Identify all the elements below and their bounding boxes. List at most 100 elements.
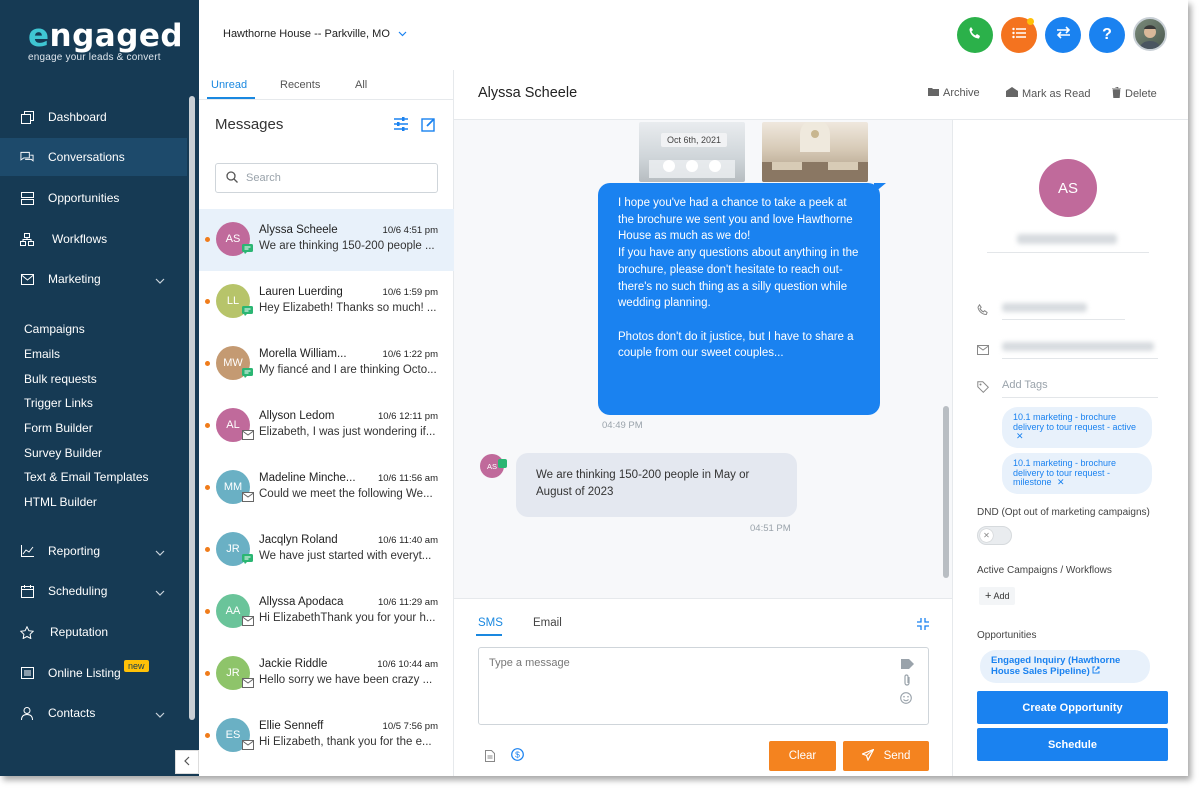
stack-icon: [20, 191, 34, 205]
top-bar: Hawthorne House -- Parkville, MO ?: [199, 0, 1188, 70]
phone-redacted: [1002, 303, 1087, 312]
conversation-item[interactable]: AL Allyson Ledom 10/6 12:11 pm Elizabeth, I…: [199, 395, 454, 457]
submenu-emails[interactable]: Emails: [24, 347, 60, 361]
sidebar-item-opportunities[interactable]: Opportunities: [0, 179, 187, 217]
chapel-photo[interactable]: [762, 122, 868, 182]
conversation-preview: Elizabeth, I was just wondering if...: [259, 426, 436, 438]
search-input[interactable]: Search: [215, 163, 438, 193]
sidebar-item-contacts[interactable]: Contacts: [0, 694, 187, 732]
archive-button[interactable]: Archive: [928, 87, 980, 99]
plus-icon: +: [985, 590, 992, 602]
sidebar-item-scheduling[interactable]: Scheduling: [0, 572, 187, 610]
svg-text:$: $: [515, 750, 520, 760]
chevron-down-icon: [398, 28, 407, 40]
submenu-campaigns[interactable]: Campaigns: [24, 322, 85, 336]
delete-button[interactable]: Delete: [1112, 86, 1157, 101]
sidebar-item-dashboard[interactable]: Dashboard: [0, 98, 187, 136]
mark-as-read-button[interactable]: Mark as Read: [1006, 87, 1090, 100]
submenu-form-builder[interactable]: Form Builder: [24, 421, 93, 435]
submenu-survey-builder[interactable]: Survey Builder: [24, 446, 102, 460]
conversation-item[interactable]: ES Ellie Senneff 10/5 7:56 pm Hi Elizabeth,…: [199, 705, 454, 767]
tab-all[interactable]: All: [355, 79, 367, 91]
minimize-icon[interactable]: [917, 617, 929, 635]
conversation-item[interactable]: MM Madeline Minche... 10/6 11:56 am Could w…: [199, 457, 454, 519]
phone-icon: [968, 26, 982, 45]
collapse-sidebar-button[interactable]: [175, 750, 199, 774]
add-tags-input[interactable]: Add Tags: [1002, 379, 1048, 391]
tagline: engage your leads & convert: [28, 52, 161, 63]
person-icon: [20, 706, 34, 720]
sidebar-item-conversations[interactable]: Conversations: [0, 138, 187, 176]
conversation-preview: Hi Elizabeth, thank you for the e...: [259, 736, 432, 748]
chat-contact-name: Alyssa Scheele: [478, 85, 578, 101]
close-icon[interactable]: ✕: [1057, 477, 1065, 487]
app-window: engaged engage your leads & convert Dash…: [0, 0, 1188, 776]
unread-dot: [205, 671, 210, 676]
conversation-item[interactable]: AA Allyssa Apodaca 10/6 11:29 am Hi Elizabe…: [199, 581, 454, 643]
conversation-item[interactable]: JR Jackie Riddle 10/6 10:44 am Hello sorry …: [199, 643, 454, 705]
close-icon[interactable]: ✕: [1016, 431, 1024, 441]
listing-icon: [20, 666, 34, 680]
help-button[interactable]: ?: [1089, 17, 1125, 53]
template-icon[interactable]: [485, 749, 495, 767]
user-avatar[interactable]: [1133, 17, 1167, 51]
chevron-left-icon: [184, 753, 190, 771]
conversation-item[interactable]: LL Lauren Luerding 10/6 1:59 pm Hey Elizabe…: [199, 271, 454, 333]
location-selector[interactable]: Hawthorne House -- Parkville, MO: [223, 28, 407, 40]
conversation-item[interactable]: AS Alyssa Scheele 10/6 4:51 pm We are think…: [199, 209, 454, 271]
tag-icon: [977, 380, 990, 394]
conversation-time: 10/6 12:11 pm: [377, 411, 438, 422]
tag-icon[interactable]: [901, 656, 914, 674]
tab-recents[interactable]: Recents: [280, 79, 320, 91]
outgoing-message-time: 04:49 PM: [602, 420, 643, 431]
sidebar-item-workflows[interactable]: Workflows: [0, 220, 187, 258]
conversation-item[interactable]: JR Jacqlyn Roland 10/6 11:40 am We have jus…: [199, 519, 454, 581]
folder-icon: [928, 87, 939, 99]
add-campaign-button[interactable]: + Add: [979, 587, 1016, 605]
filter-icon[interactable]: [393, 117, 409, 137]
sidebar-item-online-listing[interactable]: Online Listing: [0, 654, 187, 692]
emoji-icon[interactable]: [900, 691, 912, 709]
create-opportunity-button[interactable]: Create Opportunity: [977, 691, 1168, 724]
chat-scrollbar[interactable]: [943, 406, 949, 578]
logo[interactable]: engaged engage your leads & convert: [28, 18, 183, 63]
conversation-item[interactable]: MW Morella William... 10/6 1:22 pm My fianc…: [199, 333, 454, 395]
submenu-trigger-links[interactable]: Trigger Links: [24, 396, 93, 410]
new-badge: new: [124, 660, 149, 672]
conversation-preview: We are thinking 150-200 people ...: [259, 240, 435, 252]
send-button[interactable]: Send: [843, 741, 929, 771]
compose-icon[interactable]: [421, 117, 436, 137]
submenu-bulk-requests[interactable]: Bulk requests: [24, 372, 97, 386]
conversation-time: 10/6 1:59 pm: [382, 287, 438, 298]
switch-button[interactable]: [1045, 17, 1081, 53]
attachment-icon[interactable]: [903, 674, 911, 692]
sms-badge-icon: [241, 304, 254, 317]
chevron-down-icon: [155, 585, 165, 599]
tab-sms[interactable]: SMS: [478, 617, 503, 629]
tasks-icon: [1012, 26, 1026, 44]
tag-chip[interactable]: 10.1 marketing - brochure delivery to to…: [1002, 407, 1152, 448]
tab-unread[interactable]: Unread: [211, 79, 247, 91]
clear-button[interactable]: Clear: [769, 741, 836, 771]
messages-title: Messages: [215, 116, 284, 133]
message-input[interactable]: Type a message: [478, 647, 929, 725]
tab-email[interactable]: Email: [533, 617, 562, 629]
wedding-photo[interactable]: Oct 6th, 2021: [639, 122, 745, 182]
conversation-preview: Hello sorry we have been crazy ...: [259, 674, 433, 686]
star-icon: [20, 625, 34, 639]
sidebar-item-reputation[interactable]: Reputation: [0, 613, 187, 651]
conversation-preview: Hi ElizabethThank you for your h...: [259, 612, 436, 624]
conversation-time: 10/6 10:44 am: [377, 659, 438, 670]
submenu-templates[interactable]: Text & Email Templates: [24, 470, 149, 484]
submenu-html-builder[interactable]: HTML Builder: [24, 495, 97, 509]
payment-icon[interactable]: $: [511, 748, 524, 766]
tag-chip[interactable]: 10.1 marketing - brochure delivery to to…: [1002, 453, 1152, 494]
sidebar-scrollbar[interactable]: [189, 96, 195, 720]
phone-button[interactable]: [957, 17, 993, 53]
dnd-toggle[interactable]: ✕: [977, 526, 1012, 545]
opportunity-chip[interactable]: Engaged Inquiry (Hawthorne House Sales P…: [980, 650, 1150, 683]
sidebar-item-reporting[interactable]: Reporting: [0, 532, 187, 570]
sidebar-item-marketing[interactable]: Marketing: [0, 260, 187, 298]
schedule-button[interactable]: Schedule: [977, 728, 1168, 761]
email-badge-icon: [241, 676, 254, 689]
